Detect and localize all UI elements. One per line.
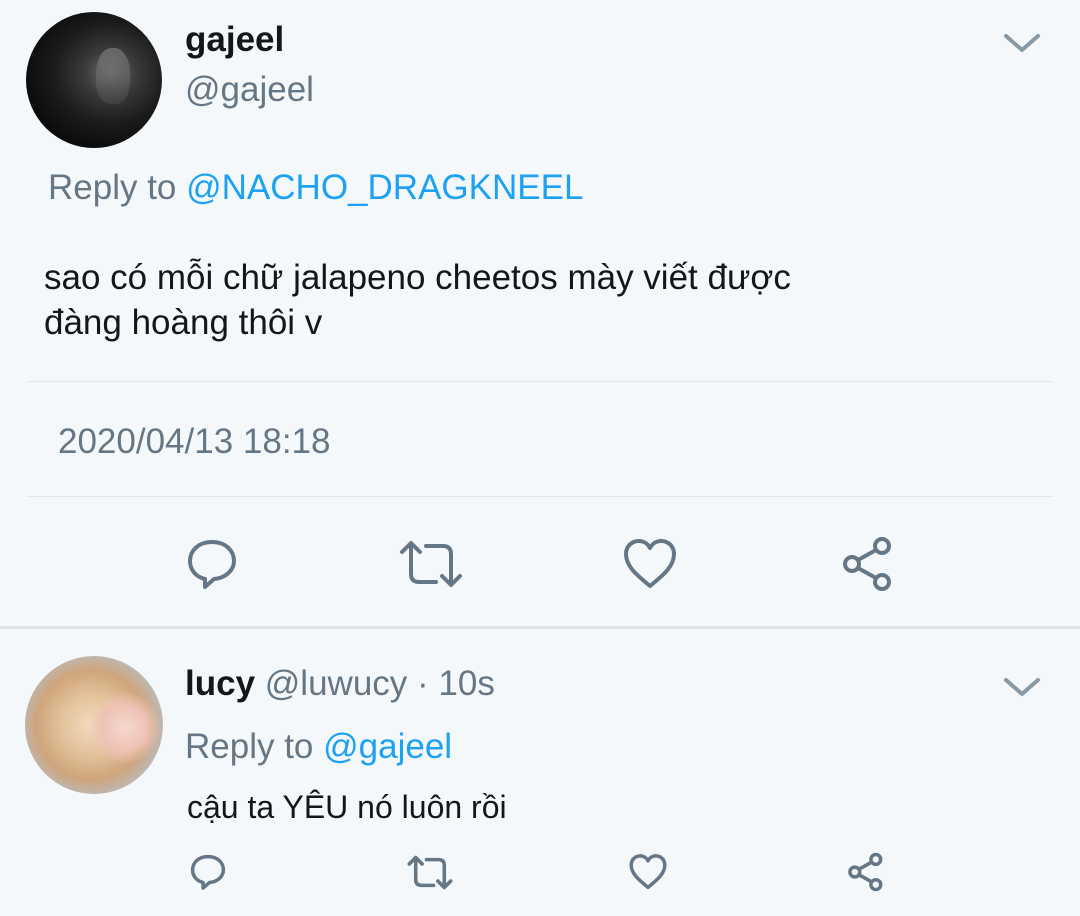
like-button[interactable] <box>618 532 682 596</box>
retweet-button[interactable] <box>396 532 466 596</box>
retweet-icon <box>407 855 453 889</box>
divider <box>27 496 1053 497</box>
share-icon <box>843 537 891 591</box>
chevron-down-icon[interactable] <box>1000 28 1044 58</box>
retweet-icon <box>400 541 462 587</box>
reply-to-mention[interactable]: @gajeel <box>323 727 452 766</box>
reply-button[interactable] <box>180 532 244 596</box>
tweet-text-line: đàng hoàng thôi v <box>44 303 323 342</box>
display-name[interactable]: gajeel <box>185 20 284 60</box>
reply-to-line: Reply to @gajeel <box>185 727 452 767</box>
tweet-text-line: sao có mỗi chữ jalapeno cheetos mày viết… <box>44 258 791 297</box>
heart-icon <box>624 539 676 588</box>
user-handle[interactable]: @luwucy <box>265 664 408 703</box>
reply-header: lucy @luwucy · 10s <box>185 664 495 704</box>
chevron-down-icon[interactable] <box>1000 672 1044 702</box>
reply-to-label: Reply to <box>185 727 324 766</box>
display-name[interactable]: lucy <box>185 664 255 703</box>
retweet-button[interactable] <box>404 850 456 894</box>
tweet-text: sao có mỗi chữ jalapeno cheetos mày viết… <box>44 255 1004 345</box>
divider <box>27 381 1053 382</box>
reply-to-line: Reply to @NACHO_DRAGKNEEL <box>48 168 583 208</box>
avatar[interactable] <box>26 12 162 148</box>
reply-to-label: Reply to <box>48 168 187 207</box>
like-button[interactable] <box>626 850 670 894</box>
share-button[interactable] <box>844 850 888 894</box>
share-icon <box>848 852 883 892</box>
reply-to-mention[interactable]: @NACHO_DRAGKNEEL <box>186 168 583 207</box>
reply-button[interactable] <box>186 850 230 894</box>
share-button[interactable] <box>836 532 900 596</box>
tweet-timestamp: 2020/04/13 18:18 <box>58 422 331 461</box>
comment-icon <box>188 540 236 589</box>
user-handle[interactable]: @gajeel <box>185 70 314 110</box>
time-ago: 10s <box>438 664 495 703</box>
avatar[interactable] <box>25 656 163 794</box>
section-divider <box>0 626 1080 629</box>
tweet-text: cậu ta YÊU nó luôn rồi <box>187 789 507 825</box>
comment-icon <box>190 854 226 890</box>
heart-icon <box>629 854 667 890</box>
separator: · <box>407 664 439 703</box>
